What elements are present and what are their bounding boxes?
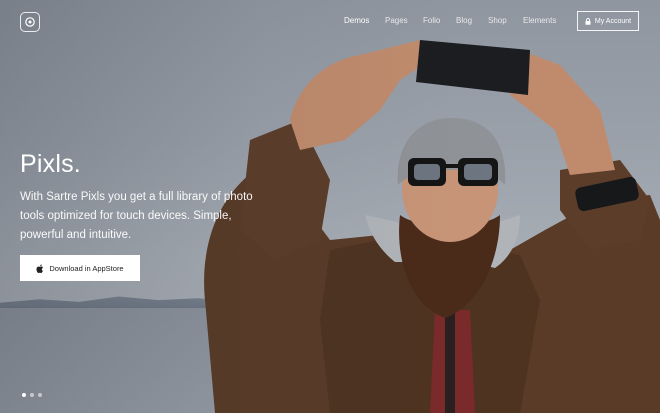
nav-item-demos[interactable]: Demos (344, 16, 369, 25)
apple-icon (36, 264, 44, 273)
hero-subtitle: With Sartre Pixls you get a full library… (20, 191, 253, 241)
slider-dot-3[interactable] (38, 393, 42, 397)
nav-item-shop[interactable]: Shop (488, 16, 507, 25)
hero-title: Pixls. (20, 150, 81, 178)
lock-icon (585, 17, 591, 25)
my-account-button[interactable]: My Account (577, 11, 639, 31)
logo-mark-icon (25, 17, 35, 27)
hero-section: Demos Pages Folio Blog Shop Elements My … (0, 0, 660, 413)
download-appstore-label: Download in AppStore (49, 263, 124, 273)
nav-item-pages[interactable]: Pages (385, 16, 408, 25)
download-appstore-button[interactable]: Download in AppStore (20, 255, 140, 281)
slider-dot-2[interactable] (30, 393, 34, 397)
logo-icon[interactable] (20, 12, 40, 32)
nav-item-elements[interactable]: Elements (523, 16, 556, 25)
slider-dot-1[interactable] (22, 393, 26, 397)
slider-pagination (22, 393, 42, 397)
nav-item-blog[interactable]: Blog (456, 16, 472, 25)
my-account-label: My Account (594, 17, 632, 25)
nav-item-folio[interactable]: Folio (423, 16, 440, 25)
